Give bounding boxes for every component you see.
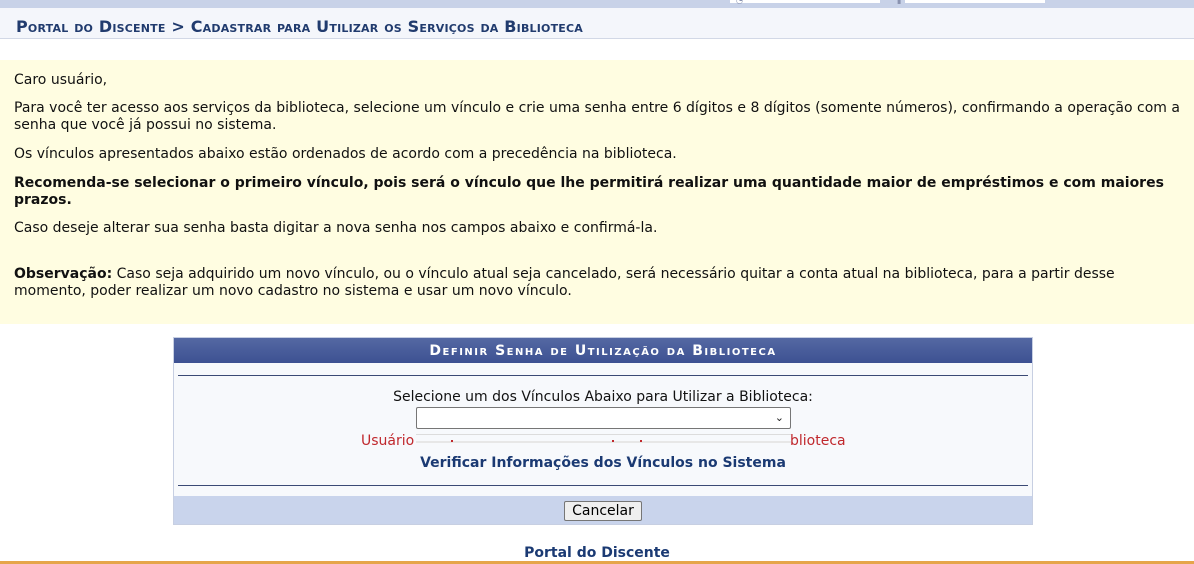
notice-recommendation: Recomenda-se selecionar o primeiro víncu… (14, 175, 1164, 208)
observation-label: Observação: (14, 266, 113, 282)
form-footer: Cancelar (174, 496, 1032, 524)
biblioteca-label: blioteca (790, 433, 846, 449)
marker (612, 440, 614, 442)
divider (178, 375, 1028, 376)
menu-icon: ▮ (897, 0, 902, 5)
vinculo-select-label: Selecione um dos Vínculos Abaixo para Ut… (393, 389, 813, 405)
marker (640, 440, 642, 442)
notice-paragraph-change-password: Caso deseje alterar sua senha basta digi… (14, 220, 658, 236)
notice-greeting: Caro usuário, (14, 72, 108, 88)
cancel-button[interactable]: Cancelar (564, 501, 642, 521)
notice-paragraph-order: Os vínculos apresentados abaixo estão or… (14, 146, 677, 162)
top-toolbar-strip: ◔ ▮ (0, 0, 1194, 8)
dropdown-overlay (416, 434, 791, 443)
vinculo-select[interactable]: ⌄ (416, 407, 791, 429)
breadcrumb: Portal do Discente > Cadastrar para Util… (16, 17, 584, 36)
toolbar-field[interactable] (905, 0, 1045, 3)
instructions-notice: Caro usuário, Para você ter acesso aos s… (0, 60, 1194, 324)
portal-discente-link[interactable]: Portal do Discente (0, 545, 1194, 561)
breadcrumb-bar: Portal do Discente > Cadastrar para Util… (0, 8, 1194, 39)
verify-vinculos-link[interactable]: Verificar Informações dos Vínculos no Si… (174, 455, 1032, 471)
user-icon: ◔ (736, 0, 743, 5)
notice-observation: Observação: Caso seja adquirido um novo … (14, 266, 1186, 300)
chevron-down-icon: ⌄ (774, 411, 784, 424)
password-form-panel: Definir Senha de Utilização da Bibliotec… (173, 337, 1033, 525)
notice-paragraph-access: Para você ter acesso aos serviços da bib… (14, 100, 1180, 133)
marker (451, 440, 453, 442)
usuario-label: Usuário (361, 433, 415, 449)
observation-text: Caso seja adquirido um novo vínculo, ou … (14, 266, 1115, 299)
form-title: Definir Senha de Utilização da Bibliotec… (174, 338, 1032, 363)
toolbar-field[interactable] (730, 0, 880, 3)
divider (178, 485, 1028, 486)
